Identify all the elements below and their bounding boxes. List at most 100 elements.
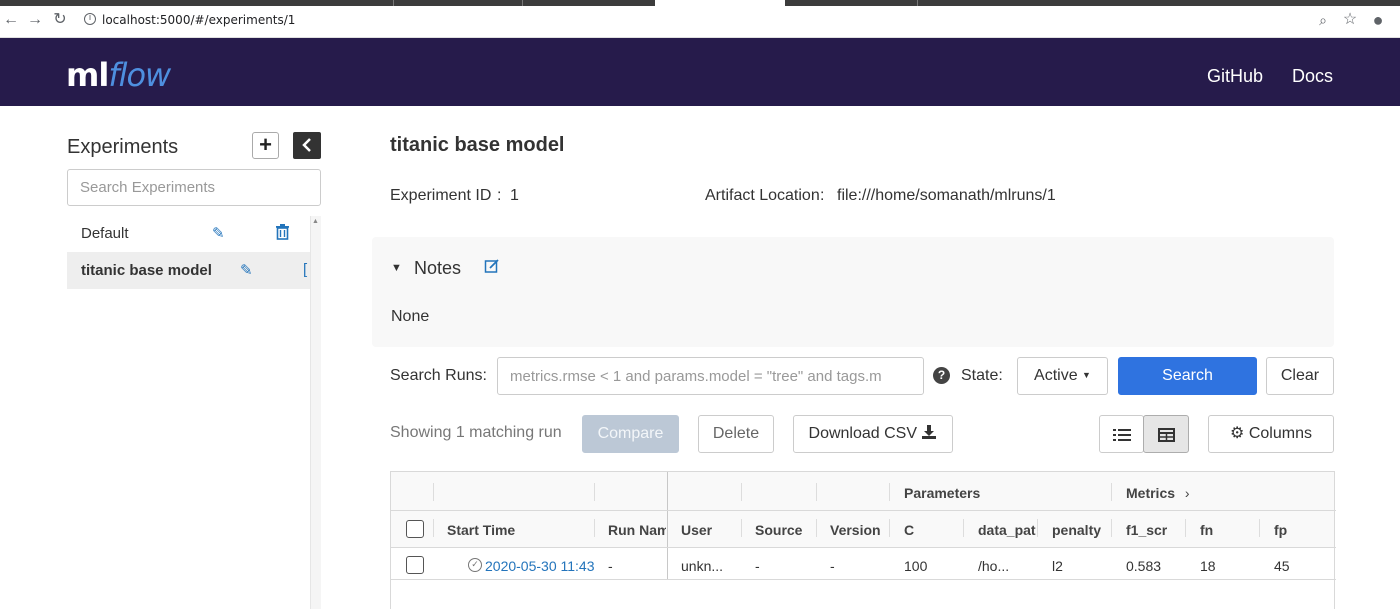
page-title: titanic base model [390,134,565,156]
row-select-checkbox[interactable] [406,556,424,574]
column-divider [1111,519,1112,537]
sidebar-item-titanic-base-model[interactable]: titanic base model ✎ [ [67,252,310,289]
clear-button[interactable]: Clear [1266,357,1334,395]
trash-icon[interactable]: [ [303,261,310,278]
notes-title[interactable]: Notes [414,258,461,279]
account-icon[interactable]: ● [1369,11,1387,29]
notes-body: None [391,308,430,325]
state-label: State: [961,367,1003,384]
edit-notes-svg [484,259,499,273]
metric-fp-cell: 45 [1274,558,1290,574]
column-divider [1185,519,1186,537]
metrics-group-header[interactable]: Metrics › [1126,485,1190,501]
columns-button[interactable]: ⚙ Columns [1208,415,1334,453]
edit-icon[interactable]: ✎ [240,261,253,279]
download-csv-label: Download CSV [808,425,918,442]
caret-down-icon[interactable]: ▼ [391,262,402,274]
download-csv-button[interactable]: Download CSV [793,415,953,453]
select-all-checkbox[interactable] [406,520,424,538]
sidebar-item-label: titanic base model [81,262,212,279]
add-experiment-button[interactable]: + [252,132,279,159]
logo-flow-text: flow [108,56,171,94]
star-icon[interactable]: ☆ [1341,11,1359,29]
metrics-group-label: Metrics [1126,485,1176,501]
edit-icon[interactable]: ✎ [212,224,225,242]
column-divider [963,519,964,537]
chevron-right-icon: › [1184,485,1190,501]
forward-icon[interactable]: → [26,11,44,29]
search-button[interactable]: Search [1118,357,1257,395]
notes-panel [372,237,1334,347]
column-header-fn[interactable]: fn [1200,522,1258,538]
column-header-f1-scr[interactable]: f1_scr [1126,522,1184,538]
column-divider [889,483,890,501]
artifact-location-value: file:///home/somanath/mlruns/1 [837,187,1056,204]
chevron-left-icon [302,138,311,152]
column-header-source[interactable]: Source [755,522,815,538]
browser-toolbar: ← → ↻ i localhost:5000/#/experiments/1 ⌕… [0,0,1400,38]
column-header-version[interactable]: Version [830,522,888,538]
trash-icon[interactable] [275,223,290,244]
column-divider [433,519,434,537]
column-header-run-name[interactable]: Run Nam [608,522,666,538]
caret-down-icon: ▼ [1082,370,1091,380]
trash-svg [276,224,289,240]
tab-separator [393,0,394,6]
matching-runs-count: Showing 1 matching run [390,424,562,441]
column-divider [1111,483,1112,501]
experiment-id-colon: : [497,187,502,204]
delete-button[interactable]: Delete [698,415,774,453]
column-divider [1259,519,1260,537]
column-divider [741,519,742,537]
tab-separator [522,0,523,6]
sidebar-scrollbar[interactable]: ▲ [310,216,321,609]
reload-icon[interactable]: ↻ [51,11,69,29]
back-icon[interactable]: ← [2,11,20,29]
collapse-sidebar-button[interactable] [293,132,321,159]
search-experiments-input[interactable] [67,169,321,206]
edit-notes-icon[interactable] [484,258,500,279]
docs-link[interactable]: Docs [1292,66,1333,87]
scroll-up-icon[interactable]: ▲ [312,218,319,225]
gear-icon: ⚙ [1230,425,1245,442]
column-header-user[interactable]: User [681,522,739,538]
source-cell: - [755,558,760,574]
column-header-fp[interactable]: fp [1274,522,1332,538]
column-divider [594,519,595,537]
tab-separator [917,0,918,6]
state-dropdown[interactable]: Active ▼ [1017,357,1108,395]
grid-view-button[interactable] [1143,415,1189,453]
artifact-location-colon: : [820,187,825,204]
active-browser-tab[interactable] [655,0,785,6]
metric-f1-scr-cell: 0.583 [1126,558,1162,574]
column-header-c[interactable]: C [904,522,962,538]
zoom-icon[interactable]: ⌕ [1314,11,1332,29]
search-runs-input[interactable] [497,357,924,395]
header-row-divider [391,510,1336,511]
columns-label: Columns [1248,425,1312,442]
site-info-icon[interactable]: i [84,13,96,25]
run-link[interactable]: 2020-05-30 11:43 [485,558,595,574]
logo-ml-text: ml [66,56,109,94]
column-header-penalty[interactable]: penalty [1052,522,1110,538]
address-bar[interactable]: localhost:5000/#/experiments/1 [102,13,295,27]
row-divider [391,579,1336,580]
column-divider [594,483,595,501]
column-header-data-path[interactable]: data_pat [978,522,1036,538]
column-header-start-time[interactable]: Start Time [447,522,567,538]
help-icon[interactable]: ? [933,367,950,384]
run-start-time[interactable]: 2020-05-30 11:43 [485,558,595,574]
list-view-button[interactable] [1099,415,1144,453]
app-header [0,38,1400,106]
column-divider [667,472,668,580]
sidebar-item-default[interactable]: Default ✎ [67,215,310,252]
runs-table: Parameters Metrics › Start Time Run Nam … [390,471,1336,609]
search-runs-label: Search Runs: [390,367,487,384]
github-link[interactable]: GitHub [1207,66,1263,87]
column-divider [433,483,434,501]
sidebar-item-label: Default [81,225,129,242]
compare-button[interactable]: Compare [582,415,679,453]
mlflow-logo[interactable]: mlflow [66,56,171,96]
column-divider [816,519,817,537]
list-icon [1112,429,1131,441]
